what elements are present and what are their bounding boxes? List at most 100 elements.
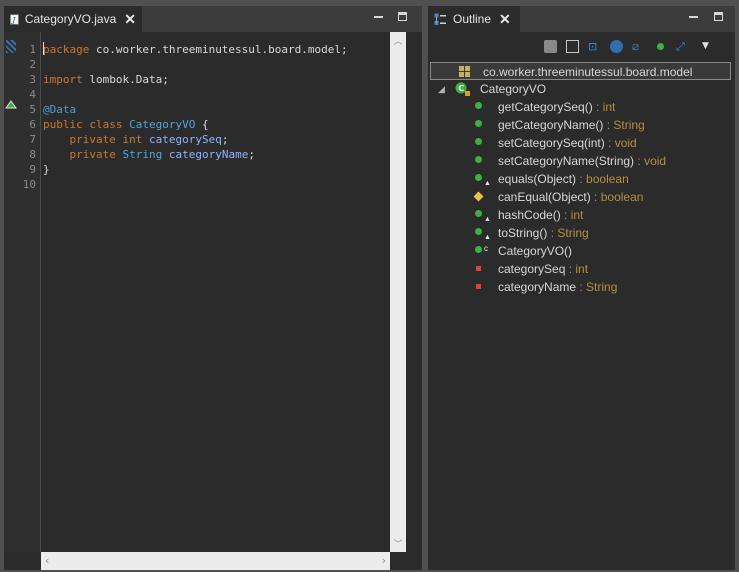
code-line[interactable]: } [43,162,50,177]
code-line[interactable]: import lombok.Data; [43,72,169,87]
class-row[interactable]: ◢ C CategoryVO [428,80,735,98]
override-marker-icon [5,100,17,109]
member-type: : int [565,262,589,276]
member-type: : boolean [576,172,629,186]
code-area[interactable] [41,32,390,552]
outline-member-row[interactable]: ▲ hashCode() : int [428,206,735,224]
maximize-icon[interactable] [398,12,407,21]
public-method-icon [475,102,482,109]
code-token: ; [248,148,255,161]
code-token: ; [221,133,229,146]
public-method-icon [475,210,482,217]
minimize-icon[interactable] [689,12,699,22]
public-method-icon [475,120,482,127]
code-token: lombok.Data; [82,73,169,86]
member-name: hashCode() [498,208,561,222]
outline-tab-bar: Outline ✕ [428,6,735,32]
code-token: class [89,118,123,131]
line-number: 2 [29,58,36,71]
class-icon: C [455,82,470,96]
line-number: 8 [29,148,36,161]
line-number: 10 [22,178,36,191]
code-line[interactable]: private int categorySeq; [43,132,229,147]
collapse-all-icon[interactable] [544,40,557,53]
close-icon[interactable]: ✕ [124,12,136,26]
minimize-icon[interactable] [374,12,384,22]
line-number: 3 [29,73,36,86]
view-menu-icon[interactable]: ▼ [702,40,715,53]
code-token: categorySeq [148,133,222,146]
code-token: { [195,118,209,131]
hide-local-types-icon[interactable] [654,40,667,53]
maximize-icon[interactable] [714,12,723,21]
member-name: canEqual(Object) [498,190,591,204]
scroll-up-icon[interactable]: ︿ [390,34,406,47]
code-token: private [69,148,116,161]
outline-tab[interactable]: Outline ✕ [428,6,520,32]
outline-member-row[interactable]: c CategoryVO() [428,242,735,260]
outline-member-row[interactable]: ▲ equals(Object) : boolean [428,170,735,188]
outline-icon [434,13,446,25]
code-line[interactable]: public class CategoryVO { [43,117,209,132]
annotation-ruler [4,32,17,552]
private-field-icon [476,266,481,271]
editor-tab-bar: J CategoryVO.java ✕ [4,6,422,32]
outline-member-row[interactable]: getCategorySeq() : int [428,98,735,116]
sort-icon[interactable] [566,40,579,53]
outline-member-row[interactable]: categoryName : String [428,278,735,296]
link-with-editor-icon[interactable]: ⤢ [676,40,689,53]
outline-member-row[interactable]: setCategorySeq(int) : void [428,134,735,152]
outline-panel: Outline ✕ ⊡ ⧄ ⤢ ▼ co.worker.threeminutes… [428,6,735,570]
member-type: : String [547,226,589,240]
member-name: CategoryVO() [498,244,573,258]
outline-member-row[interactable]: getCategoryName() : String [428,116,735,134]
scroll-left-icon[interactable]: ‹ [45,554,49,567]
code-line[interactable]: @Data [43,102,76,117]
code-token: package [43,43,90,56]
package-declaration-row[interactable]: co.worker.threeminutessul.board.model [430,62,731,80]
outline-toolbar: ⊡ ⧄ ⤢ ▼ [540,36,730,58]
member-type: : String [576,280,618,294]
line-number: 6 [29,118,36,131]
outline-member-row[interactable]: canEqual(Object) : boolean [428,188,735,206]
code-line[interactable]: package co.worker.threeminutessul.board.… [43,42,348,57]
close-icon[interactable]: ✕ [499,12,511,26]
member-name: toString() [498,226,548,240]
scroll-down-icon[interactable]: ﹀ [390,537,406,550]
member-type: : boolean [590,190,644,204]
editor-tab-label: CategoryVO.java [24,12,117,26]
line-number: 9 [29,163,36,176]
hide-nonpublic-icon[interactable]: ⧄ [632,40,645,53]
line-number: 1 [29,43,36,56]
outline-member-row[interactable]: setCategoryName(String) : void [428,152,735,170]
horizontal-scrollbar[interactable]: ‹ › [41,552,390,570]
outline-tree: co.worker.threeminutessul.board.model ◢ … [428,58,735,570]
code-token: } [43,163,50,176]
code-token: categoryName [168,148,249,161]
hide-static-icon[interactable] [610,40,623,53]
scroll-right-icon[interactable]: › [382,554,386,567]
code-token: String [122,148,163,161]
editor-tab[interactable]: J CategoryVO.java ✕ [4,6,142,32]
outline-member-row[interactable]: ▲ toString() : String [428,224,735,242]
code-line[interactable]: private String categoryName; [43,147,255,162]
outline-member-row[interactable]: categorySeq : int [428,260,735,278]
vertical-scrollbar[interactable]: ︿ ﹀ [390,32,406,552]
bookmark-marker [6,40,16,53]
code-token: CategoryVO [129,118,196,131]
code-token: public [43,118,83,131]
outline-tab-label: Outline [453,12,492,26]
code-token: int [122,133,143,146]
code-token: import [43,73,83,86]
code-token: co.worker.threeminutessul.board.model; [89,43,348,56]
member-type: : int [592,100,616,114]
expand-arrow-icon[interactable]: ◢ [438,80,445,98]
hide-fields-icon[interactable]: ⊡ [588,40,601,53]
member-name: setCategoryName(String) [498,154,635,168]
editor-panel: J CategoryVO.java ✕ 1 2 3 4 5 6 7 8 9 10 package … [4,6,422,570]
code-token: private [69,133,116,146]
java-file-icon: J [10,13,19,25]
